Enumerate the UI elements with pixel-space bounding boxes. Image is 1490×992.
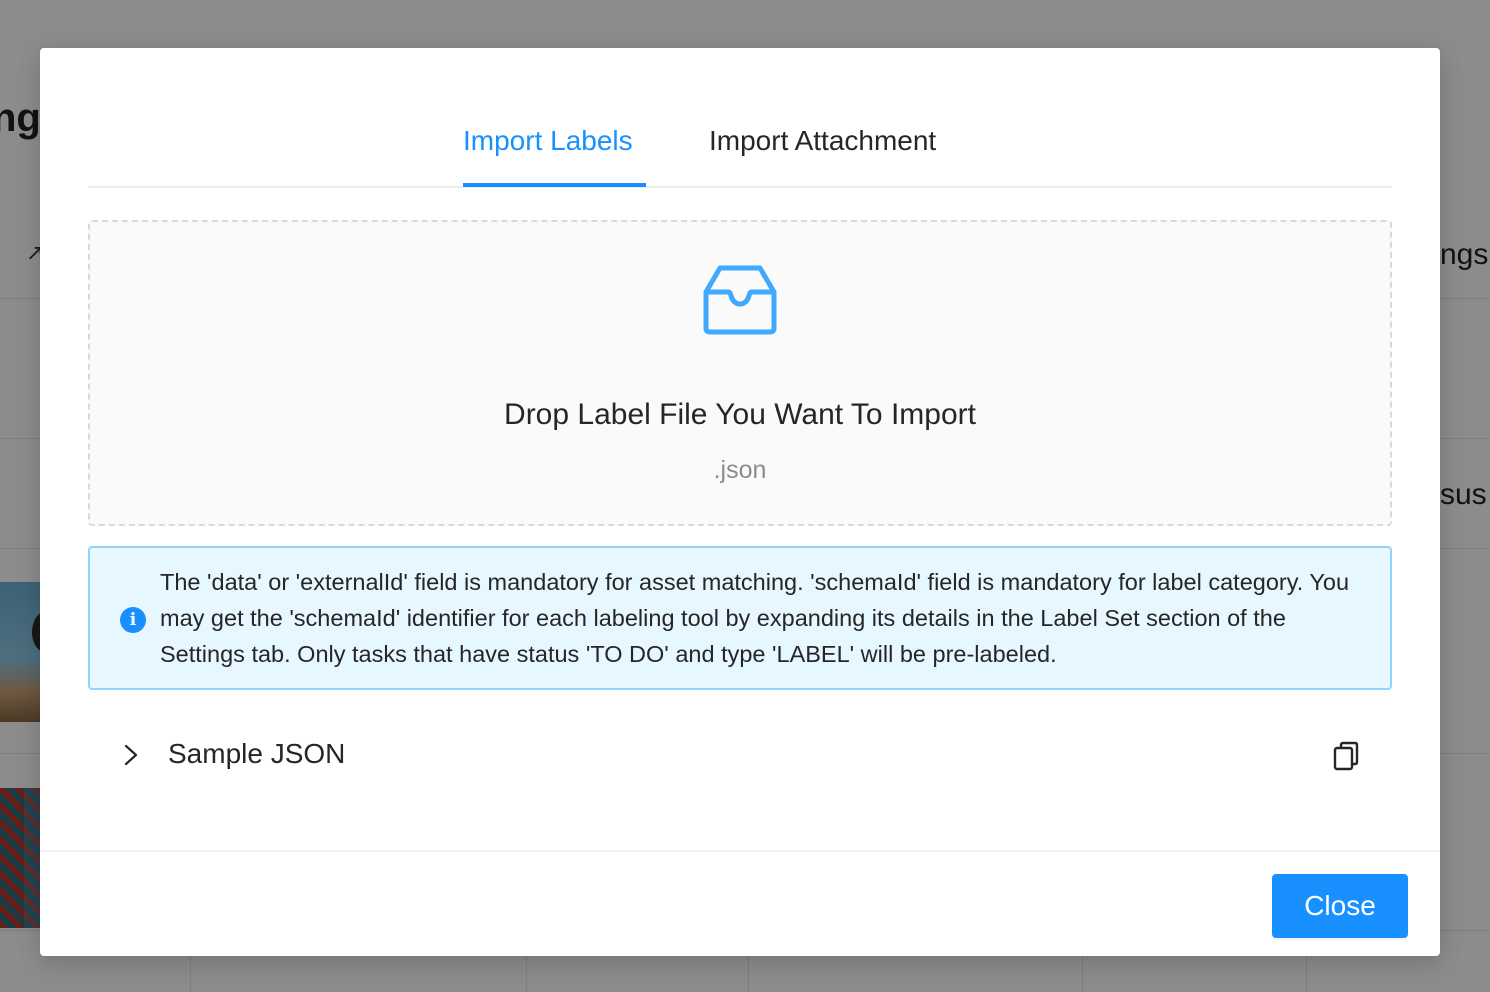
info-alert: i The 'data' or 'externalId' field is ma… (88, 546, 1392, 690)
chevron-right-icon (124, 744, 138, 766)
tab-import-labels[interactable]: Import Labels (463, 125, 633, 157)
info-icon: i (120, 607, 146, 633)
inbox-icon (703, 265, 777, 335)
import-modal: Import Labels Import Attachment Drop Lab… (40, 48, 1440, 956)
close-button[interactable]: Close (1272, 874, 1408, 938)
copy-icon[interactable] (1332, 740, 1360, 772)
info-alert-message: The 'data' or 'externalId' field is mand… (160, 569, 1350, 667)
dropzone-hint: .json (713, 456, 767, 484)
modal-footer: Close (40, 850, 1440, 956)
dropzone-title: Drop Label File You Want To Import (504, 398, 976, 431)
active-tab-indicator (463, 183, 646, 187)
sample-json-label: Sample JSON (168, 738, 346, 769)
sample-json-collapse[interactable]: Sample JSON (88, 716, 1392, 796)
file-dropzone[interactable]: Drop Label File You Want To Import .json (88, 220, 1392, 526)
import-tabs: Import Labels Import Attachment (88, 48, 1392, 188)
tab-import-attachment[interactable]: Import Attachment (709, 125, 936, 157)
